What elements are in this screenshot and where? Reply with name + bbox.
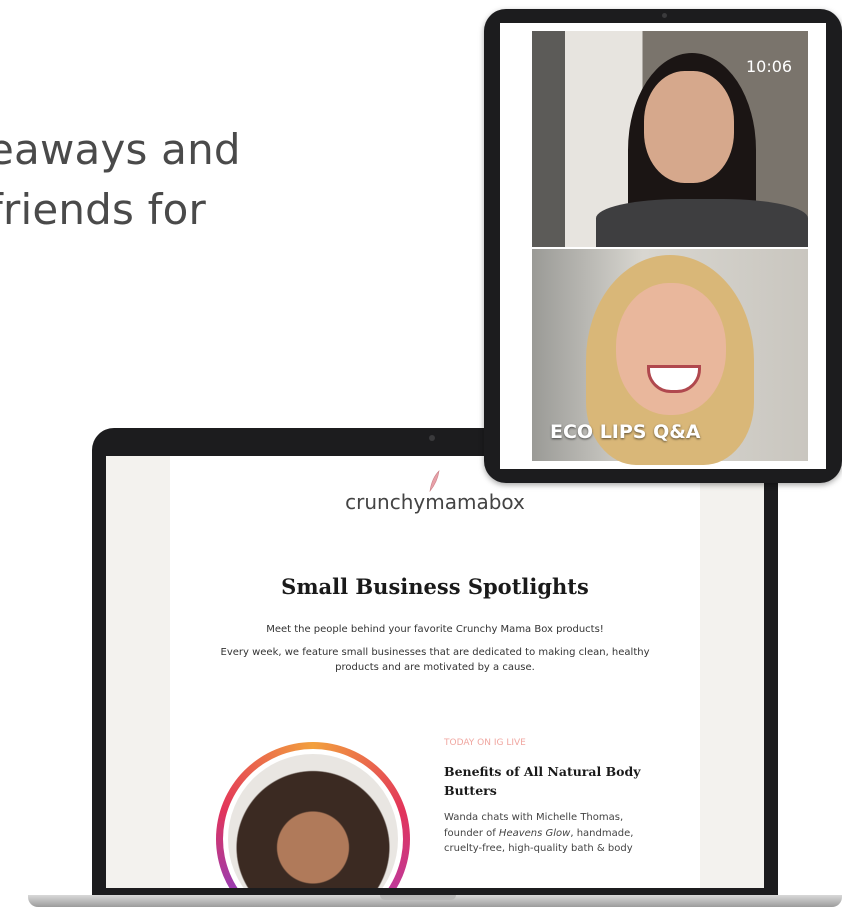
feather-icon [429,470,440,492]
host-shirt [596,199,808,247]
hero-line-1: eaways and [0,125,241,174]
laptop-notch [380,895,456,900]
intro-paragraph-1: Meet the people behind your favorite Cru… [266,624,604,635]
hero-line-2: friends for [0,185,207,234]
event-description: Wanda chats with Michelle Thomas, founde… [444,810,654,857]
newsletter-page: crunchymamabox Small Business Spotlights… [170,456,700,902]
hero-text: eaways and friends for [0,120,241,240]
intro-text: Meet the people behind your favorite Cru… [200,622,670,683]
video-caption: ECO LIPS Q&A [550,421,701,443]
brand-logo[interactable]: crunchymamabox [170,490,700,514]
tablet-screen: 10:06 ECO LIPS Q&A [500,23,826,469]
page-title: Small Business Spotlights [281,574,589,599]
clock-readout: 10:06 [746,57,793,76]
laptop-camera [429,435,435,441]
intro-paragraph-2: Every week, we feature small businesses … [220,647,650,673]
laptop-device: crunchymamabox Small Business Spotlights… [92,428,778,902]
laptop-screen: crunchymamabox Small Business Spotlights… [106,456,764,902]
avatar-frame [223,749,403,902]
host-face [644,71,734,183]
tablet-camera [662,13,667,18]
event-desc-brand: Heavens Glow [498,827,571,839]
avatar-ring[interactable] [216,742,410,902]
avatar [228,754,398,902]
event-label: TODAY ON IG LIVE [444,738,526,748]
event-title[interactable]: Benefits of All Natural Body Butters [444,762,654,800]
tablet-device: 10:06 ECO LIPS Q&A [484,9,842,483]
guest-face [616,283,726,415]
